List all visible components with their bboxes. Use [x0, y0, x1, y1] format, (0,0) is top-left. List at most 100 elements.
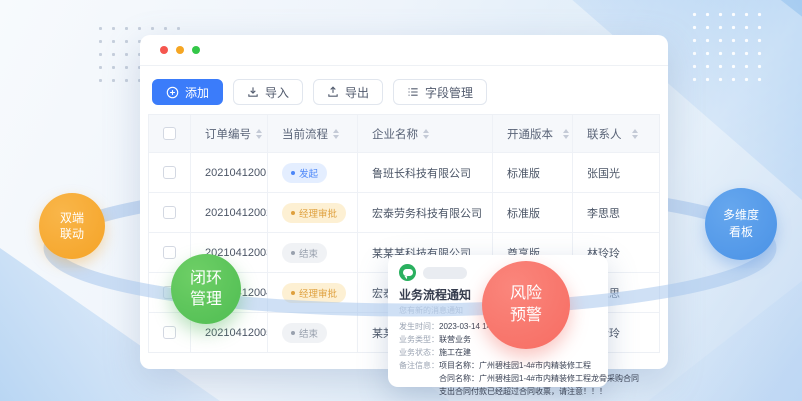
status-dot-icon [291, 291, 295, 295]
flow-cell: 经理审批 [268, 193, 358, 232]
field-value-multiline: 项目名称：广州碧桂园1-4#市内精装修工程 合同名称：广州碧桂园1-4#市内精装… [439, 359, 639, 398]
flow-badge: 经理审批 [282, 283, 346, 303]
flow-label: 结束 [299, 326, 318, 340]
list-icon [407, 86, 419, 98]
field-label: 备注信息： [399, 359, 439, 398]
app-name-placeholder [423, 267, 467, 279]
add-button-label: 添加 [185, 84, 209, 101]
status-dot-icon [291, 211, 295, 215]
sort-icon[interactable] [563, 129, 569, 139]
field-label: 业务类型： [399, 333, 439, 346]
flow-badge: 经理审批 [282, 203, 346, 223]
version-cell: 标准版 [493, 193, 573, 232]
company-cell: 宏泰劳务科技有限公司 [358, 193, 493, 232]
sort-icon[interactable] [423, 129, 429, 139]
row-select-cell [149, 193, 191, 232]
order-number: 20210412005 [205, 327, 268, 339]
field-management-button[interactable]: 字段管理 [393, 79, 487, 105]
column-header-label: 订单编号 [205, 126, 251, 142]
bubble-text: 看板 [729, 224, 753, 241]
flow-badge: 结束 [282, 323, 327, 343]
add-button[interactable]: 添加 [152, 79, 223, 105]
column-header-label: 当前流程 [282, 126, 328, 142]
bubble-text: 闭环 [190, 268, 222, 289]
contact-cell: 张国光 [573, 153, 659, 192]
version-label: 标准版 [507, 165, 540, 181]
toolbar: 添加 导入 导出 字段管理 [140, 66, 668, 105]
export-button-label: 导出 [345, 84, 369, 101]
flow-cell: 结束 [268, 233, 358, 272]
field-label: 业务状态： [399, 346, 439, 359]
import-button[interactable]: 导入 [233, 79, 303, 105]
row-select-cell [149, 153, 191, 192]
column-header-order[interactable]: 订单编号 [191, 115, 268, 152]
feature-bubble-dual-linkage: 双端 联动 [39, 193, 105, 259]
column-header-company[interactable]: 企业名称 [358, 115, 493, 152]
company-cell: 鲁班长科技有限公司 [358, 153, 493, 192]
page-background: 添加 导入 导出 字段管理 订单编号 当前流程 企业名称 开通版本 [0, 0, 802, 401]
flow-label: 经理审批 [299, 286, 337, 300]
status-dot-icon [291, 331, 295, 335]
field-value: 施工在建 [439, 346, 471, 359]
table-row: 20210412001 发起 鲁班长科技有限公司 标准版 张国光 [149, 152, 659, 192]
status-dot-icon [291, 171, 295, 175]
flow-label: 发起 [299, 166, 318, 180]
status-dot-icon [291, 251, 295, 255]
row-checkbox[interactable] [163, 246, 176, 259]
row-checkbox[interactable] [163, 326, 176, 339]
column-header-label: 联系人 [587, 126, 622, 142]
export-button[interactable]: 导出 [313, 79, 383, 105]
column-header-label: 开通版本 [507, 126, 553, 142]
table-row: 20210412002 经理审批 宏泰劳务科技有限公司 标准版 李思思 [149, 192, 659, 232]
sort-icon[interactable] [256, 129, 262, 139]
field-management-button-label: 字段管理 [425, 84, 473, 101]
bubble-text: 风险 [510, 283, 542, 305]
version-label: 标准版 [507, 205, 540, 221]
flow-badge: 发起 [282, 163, 327, 183]
upload-icon [327, 86, 339, 98]
contact-name: 张国光 [587, 165, 620, 181]
import-button-label: 导入 [265, 84, 289, 101]
column-header-flow[interactable]: 当前流程 [268, 115, 358, 152]
bubble-text: 多维度 [723, 207, 759, 224]
flow-cell: 发起 [268, 153, 358, 192]
bubble-text: 双端 [60, 210, 84, 226]
window-titlebar [140, 35, 668, 66]
column-header-label: 企业名称 [372, 126, 418, 142]
column-header-version[interactable]: 开通版本 [493, 115, 573, 152]
wechat-icon [399, 264, 416, 281]
traffic-light-red-icon[interactable] [160, 46, 168, 54]
popup-field-status: 业务状态： 施工在建 [399, 346, 597, 359]
select-all-cell [149, 115, 191, 152]
remark-line: 支出合同付款已经超过合同收票，请注意！！！ [439, 385, 639, 398]
flow-badge: 结束 [282, 243, 327, 263]
order-number-cell: 20210412001 [191, 153, 268, 192]
flow-label: 结束 [299, 246, 318, 260]
table-header-row: 订单编号 当前流程 企业名称 开通版本 联系人 [149, 115, 659, 152]
traffic-light-green-icon[interactable] [192, 46, 200, 54]
version-cell: 标准版 [493, 153, 573, 192]
bubble-text: 管理 [190, 289, 222, 310]
order-number-cell: 20210412002 [191, 193, 268, 232]
remark-line: 合同名称：广州碧桂园1-4#市内精装修工程龙骨采购合同 [439, 372, 639, 385]
feature-bubble-closed-loop: 闭环 管理 [171, 254, 241, 324]
sort-icon[interactable] [632, 129, 638, 139]
flow-cell: 经理审批 [268, 273, 358, 312]
select-all-checkbox[interactable] [163, 127, 176, 140]
traffic-light-yellow-icon[interactable] [176, 46, 184, 54]
flow-cell: 结束 [268, 313, 358, 352]
order-number: 20210412002 [205, 207, 268, 219]
row-checkbox[interactable] [163, 166, 176, 179]
company-name: 鲁班长科技有限公司 [372, 165, 471, 181]
popup-field-remark: 备注信息： 项目名称：广州碧桂园1-4#市内精装修工程 合同名称：广州碧桂园1-… [399, 359, 597, 398]
column-header-contact[interactable]: 联系人 [573, 115, 659, 152]
remark-line: 项目名称：广州碧桂园1-4#市内精装修工程 [439, 359, 639, 372]
company-name: 宏泰劳务科技有限公司 [372, 205, 482, 221]
bubble-text: 联动 [60, 226, 84, 242]
field-value: 联营业务 [439, 333, 471, 346]
row-checkbox[interactable] [163, 206, 176, 219]
bubble-text: 预警 [510, 305, 542, 327]
feature-bubble-multi-dashboard: 多维度 看板 [705, 188, 777, 260]
sort-icon[interactable] [333, 129, 339, 139]
contact-name: 李思思 [587, 205, 620, 221]
